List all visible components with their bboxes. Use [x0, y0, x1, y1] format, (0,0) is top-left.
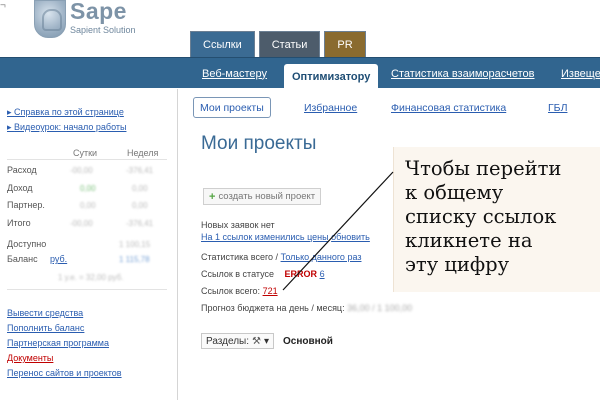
row-expense-day: -00,00 — [70, 166, 93, 175]
row-partner-label: Партнер. — [7, 200, 45, 210]
partner-program-link[interactable]: Партнерская программа — [7, 338, 109, 348]
available-label: Доступно — [7, 239, 47, 249]
page-title: Мои проекты — [201, 133, 317, 154]
tab-pr[interactable]: PR — [324, 31, 366, 58]
help-link[interactable]: ▸ Справка по этой странице — [7, 107, 124, 118]
column-day: Сутки — [73, 148, 98, 158]
stats-section-link[interactable]: Только данного раз — [281, 252, 362, 262]
row-total-week: -376,41 — [126, 219, 154, 228]
balance-value[interactable]: 1 115,78 — [119, 255, 150, 264]
chevron-down-icon: ▾ — [264, 335, 270, 347]
section-main: Основной — [283, 336, 333, 347]
transfer-sites-link[interactable]: Перенос сайтов и проектов — [7, 368, 122, 378]
callout-line: списку ссылок — [405, 205, 557, 228]
row-total-label: Итого — [7, 218, 31, 228]
sections-dropdown[interactable]: Разделы: ⚒ ▾ — [201, 333, 275, 349]
row-expense-week: -376,41 — [126, 166, 154, 175]
callout-line: эту цифру — [405, 253, 510, 276]
callout-line: кликнете на — [405, 229, 533, 252]
brand-name[interactable]: Sape — [70, 0, 127, 25]
main-nav: Веб-мастеру Оптимизатору Статистика взаи… — [0, 57, 600, 89]
new-project-button[interactable]: + создать новый проект — [203, 188, 322, 205]
balance-label: Баланс — [7, 254, 38, 264]
status-line: Ссылок в статусе ERROR 6 — [201, 269, 325, 279]
price-change-line: На 1 ссылок изменились цены обновить — [201, 232, 370, 242]
total-links-count[interactable]: 721 — [263, 286, 278, 296]
subtab-financial-stats[interactable]: Финансовая статистика — [391, 102, 506, 114]
subtab-my-projects[interactable]: Мои проекты — [193, 97, 271, 118]
subtab-favorites[interactable]: Избранное — [304, 102, 357, 114]
divider — [7, 159, 167, 160]
row-income-week: 0,00 — [132, 184, 148, 193]
top-up-link[interactable]: Пополнить баланс — [7, 323, 84, 333]
divider — [7, 289, 167, 290]
no-new-requests: Новых заявок нет — [201, 220, 275, 230]
nav-settlement-stats[interactable]: Статистика взаиморасчетов — [391, 58, 535, 89]
exchange-rate: 1 у.е. = 32,00 руб. — [58, 273, 124, 282]
nav-notifications[interactable]: Извеще — [561, 58, 600, 89]
plus-icon: + — [209, 190, 216, 203]
brain-logo-icon[interactable] — [34, 0, 66, 38]
row-income-day: 0,00 — [80, 184, 96, 193]
budget-value: 36,00 / 1 100,00 — [347, 303, 413, 313]
budget-line: Прогноз бюджета на день / месяц: 36,00 /… — [201, 303, 413, 313]
video-arrow-icon: ▸ — [7, 122, 15, 132]
brand-tagline: Sapient Solution — [70, 25, 136, 35]
nav-optimizer[interactable]: Оптимизатору — [284, 64, 379, 89]
callout-line: Чтобы перейти — [405, 157, 562, 180]
top-tabs: Ссылки Статьи PR — [190, 31, 366, 58]
stats-line: Статистика всего / Только данного раз — [201, 252, 362, 262]
row-partner-day: 0,00 — [80, 201, 96, 210]
wrench-icon: ⚒ — [252, 335, 261, 347]
sidebar: ▸ Справка по этой странице ▸ Видеоурок: … — [0, 89, 178, 400]
total-links-line: Ссылок всего: 721 — [201, 286, 278, 296]
corner-mark: ¬ — [0, 0, 6, 11]
nav-webmaster[interactable]: Веб-мастеру — [202, 58, 267, 89]
documents-link[interactable]: Документы — [7, 353, 53, 363]
help-arrow-icon: ▸ — [7, 107, 15, 117]
row-expense-label: Расход — [7, 165, 37, 175]
annotation-callout: Чтобы перейти к общему списку ссылок кли… — [393, 147, 600, 292]
column-week: Неделя — [127, 148, 159, 158]
price-change-link[interactable]: На 1 ссылок изменились цены — [201, 232, 329, 242]
callout-line: к общему — [405, 181, 504, 204]
update-prices-link[interactable]: обновить — [331, 232, 370, 242]
row-total-day: -00,00 — [70, 219, 93, 228]
available-value: 1 100,15 — [119, 240, 151, 249]
withdraw-link[interactable]: Вывести средства — [7, 308, 83, 318]
tab-articles[interactable]: Статьи — [258, 31, 321, 58]
row-income-label: Доход — [7, 183, 33, 193]
subtab-gbl[interactable]: ГБЛ — [548, 102, 567, 114]
error-count-link[interactable]: 6 — [320, 269, 325, 279]
tab-links[interactable]: Ссылки — [190, 31, 255, 58]
row-partner-week: 0,00 — [132, 201, 148, 210]
video-tutorial-link[interactable]: ▸ Видеоурок: начало работы — [7, 122, 126, 133]
error-status: ERROR — [284, 269, 318, 279]
balance-currency-link[interactable]: руб. — [50, 254, 67, 264]
header: ¬ Sape Sapient Solution Ссылки Статьи PR — [0, 0, 600, 58]
